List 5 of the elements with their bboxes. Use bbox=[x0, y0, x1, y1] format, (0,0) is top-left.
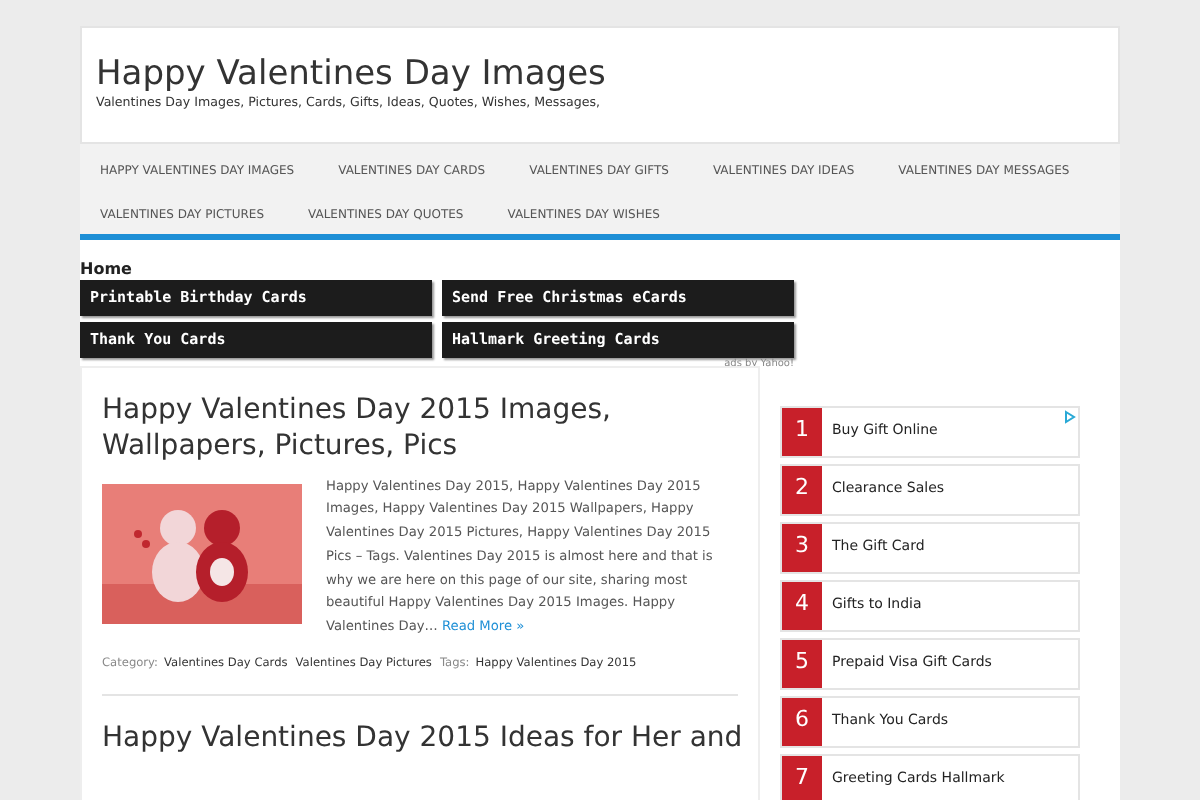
breadcrumb-link[interactable]: Home bbox=[80, 260, 132, 278]
site-title[interactable]: Happy Valentines Day Images bbox=[96, 54, 606, 94]
post-title[interactable]: Happy Valentines Day 2015 Images, Wallpapers, Pictures, Pics bbox=[102, 391, 738, 463]
post-title[interactable]: Happy Valentines Day 2015 Ideas for Her and bbox=[102, 719, 743, 756]
ad-choices-icon[interactable] bbox=[1064, 409, 1076, 423]
